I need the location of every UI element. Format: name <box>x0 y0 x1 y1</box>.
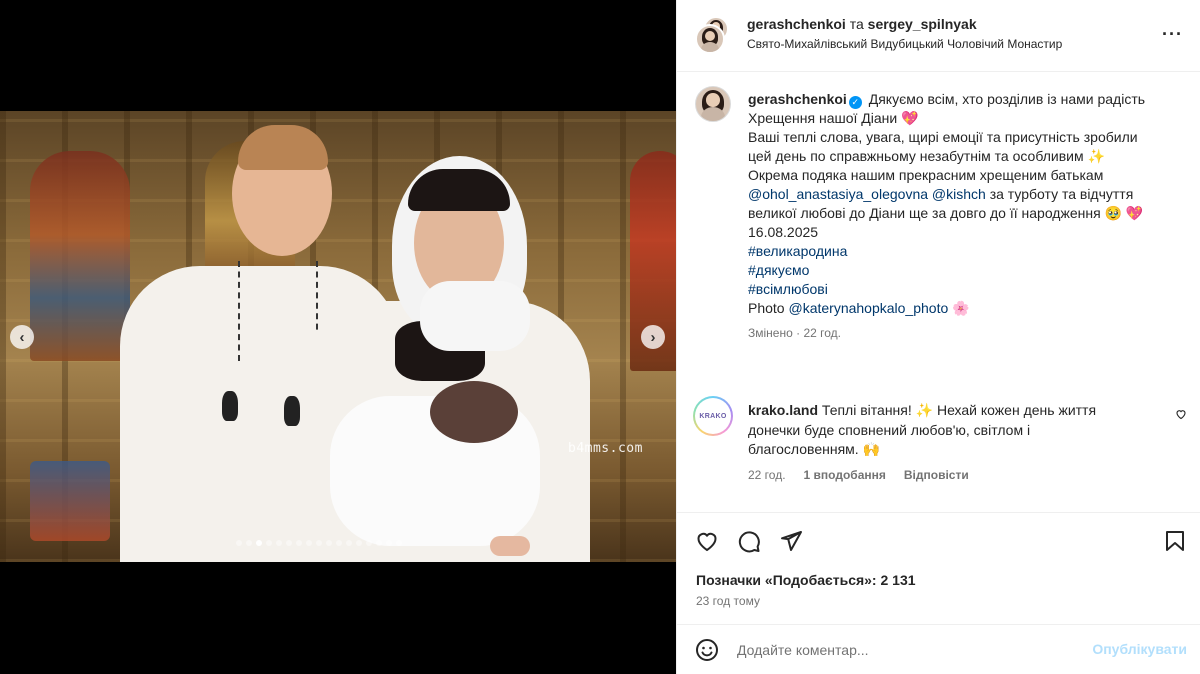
sparkles-emoji-icon-2: ✨ <box>915 402 934 418</box>
post-side-panel: gerashchenkoi та sergey_spilnyak Свято-М… <box>676 0 1200 674</box>
comment-line-4: благословенням. <box>748 441 859 457</box>
header-usernames: gerashchenkoi та sergey_spilnyak <box>747 16 977 32</box>
avatar-primary[interactable] <box>695 24 725 54</box>
carousel-dot <box>306 540 312 546</box>
flower-emoji-icon: 🌸 <box>952 300 970 316</box>
carousel-dot <box>376 540 382 546</box>
carousel-dot <box>296 540 302 546</box>
carousel-prev-button[interactable]: ‹ <box>10 325 34 349</box>
media-pane: b4mms.com ‹ › <box>0 0 676 674</box>
edited-label: Змінено <box>748 326 793 340</box>
iconostasis-icon-left <box>30 151 130 361</box>
caption-line-4: цей день по справжньому незабутнім та ос… <box>748 148 1084 164</box>
edited-time: 22 год. <box>803 326 841 340</box>
caption-line-6-tail: за турботу та відчуття <box>989 186 1134 202</box>
comment-line-3: донечки буде сповнений любов'ю, світлом … <box>748 421 1031 438</box>
carousel-dot <box>326 540 332 546</box>
caption-line-1: Дякуємо всім, хто розділив із нами радіс… <box>868 91 1146 107</box>
carousel-dot <box>386 540 392 546</box>
emoji-picker-icon[interactable] <box>695 638 719 662</box>
comment-username-link[interactable]: krako.land <box>748 402 818 418</box>
carousel-dot <box>346 540 352 546</box>
post-actions: Позначки «Подобається»: 2 131 23 год том… <box>677 512 1200 624</box>
carousel-dot <box>236 540 242 546</box>
hashtag-link-1[interactable]: #великародина <box>748 242 1168 261</box>
comment-text: krako.land Теплі вітання! ✨ Нехай кожен … <box>748 401 1148 460</box>
carousel-dot <box>366 540 372 546</box>
post-header: gerashchenkoi та sergey_spilnyak Свято-М… <box>677 0 1200 72</box>
likes-count-link[interactable]: Позначки «Подобається»: 2 131 <box>696 572 916 588</box>
comment-avatar-logo: KRAKO <box>695 398 731 434</box>
photo-credit-link[interactable]: @katerynahopkalo_photo <box>788 300 948 316</box>
watermark: b4mms.com <box>568 441 643 456</box>
carousel-next-button[interactable]: › <box>641 325 665 349</box>
carousel-dot <box>256 540 262 546</box>
carousel-dot <box>316 540 322 546</box>
header-conjunction: та <box>849 16 864 32</box>
mention-link-2[interactable]: @kishch <box>932 186 986 202</box>
header-user1-link[interactable]: gerashchenkoi <box>747 16 846 32</box>
comment-avatar[interactable]: KRAKO <box>693 396 733 436</box>
sparkles-emoji-icon: ✨ <box>1087 148 1105 164</box>
post-time-ago: 23 год тому <box>696 594 760 608</box>
more-options-icon[interactable]: ··· <box>1162 24 1183 45</box>
carousel-dot <box>286 540 292 546</box>
caption-avatar[interactable] <box>695 86 731 122</box>
caption-line-5: Окрема подяка нашим прекрасним хрещеним … <box>748 167 1104 183</box>
chevron-left-icon: ‹ <box>19 328 25 346</box>
header-user2-link[interactable]: sergey_spilnyak <box>868 16 977 32</box>
heart-emoji-icon: 💖 <box>901 110 919 126</box>
location-link[interactable]: Свято-Михайлівський Видубицький Чоловічи… <box>747 37 1062 51</box>
add-comment-bar: Опублікувати <box>677 624 1200 674</box>
photo-label: Photo <box>748 300 785 316</box>
verified-badge-icon: ✓ <box>848 96 862 109</box>
publish-button[interactable]: Опублікувати <box>1092 641 1187 657</box>
comment-meta: 22 год. 1 вподобання Відповісти <box>748 468 969 482</box>
carousel-dot <box>336 540 342 546</box>
mention-link-1[interactable]: @ohol_anastasiya_olegovna <box>748 186 928 202</box>
caption-line-3: Ваші теплі слова, увага, щирі емоції та … <box>748 129 1138 145</box>
hashtag-link-2[interactable]: #дякуємо <box>748 261 1168 280</box>
crying-face-emoji-icon: 🥹 <box>1104 205 1123 221</box>
carousel-dot <box>246 540 252 546</box>
comment-line-1: Теплі вітання! <box>821 402 912 418</box>
carousel-dot <box>266 540 272 546</box>
caption-line-7: великої любові до Діани ще за довго до ї… <box>748 205 1101 221</box>
caption-text: gerashchenkoi ✓ Дякуємо всім, хто розділи… <box>748 90 1168 343</box>
heart-emoji-icon-2: 💖 <box>1125 205 1144 221</box>
bookmark-save-icon[interactable] <box>1163 529 1187 553</box>
comment-line-2: Нехай кожен день життя <box>936 402 1097 418</box>
carousel-dot <box>276 540 282 546</box>
caption-date: 16.08.2025 <box>748 224 819 240</box>
hashtag-link-3[interactable]: #всімлюбові <box>748 280 1168 299</box>
carousel-dots <box>236 540 402 546</box>
caption-section: gerashchenkoi ✓ Дякуємо всім, хто розділи… <box>677 72 1200 512</box>
carousel-dot <box>396 540 402 546</box>
share-send-icon[interactable] <box>779 529 803 553</box>
comment-reply-button[interactable]: Відповісти <box>904 468 969 482</box>
comment-input[interactable] <box>737 635 1077 665</box>
chevron-right-icon: › <box>650 328 656 346</box>
caption-username-link[interactable]: gerashchenkoi <box>748 91 847 107</box>
caption-line-2: Хрещення нашої Діани <box>748 110 898 126</box>
like-heart-icon[interactable] <box>695 529 719 553</box>
post-photo[interactable]: b4mms.com <box>0 111 676 562</box>
comment-like-heart-icon[interactable] <box>1175 408 1187 423</box>
comment-time: 22 год. <box>748 468 786 482</box>
iconostasis-icon-bottom <box>30 461 110 541</box>
comment-bubble-icon[interactable] <box>737 529 761 553</box>
carousel-dot <box>356 540 362 546</box>
comment-likes-link[interactable]: 1 вподобання <box>804 468 886 482</box>
praying-hands-emoji-icon: 🙌 <box>862 441 880 457</box>
